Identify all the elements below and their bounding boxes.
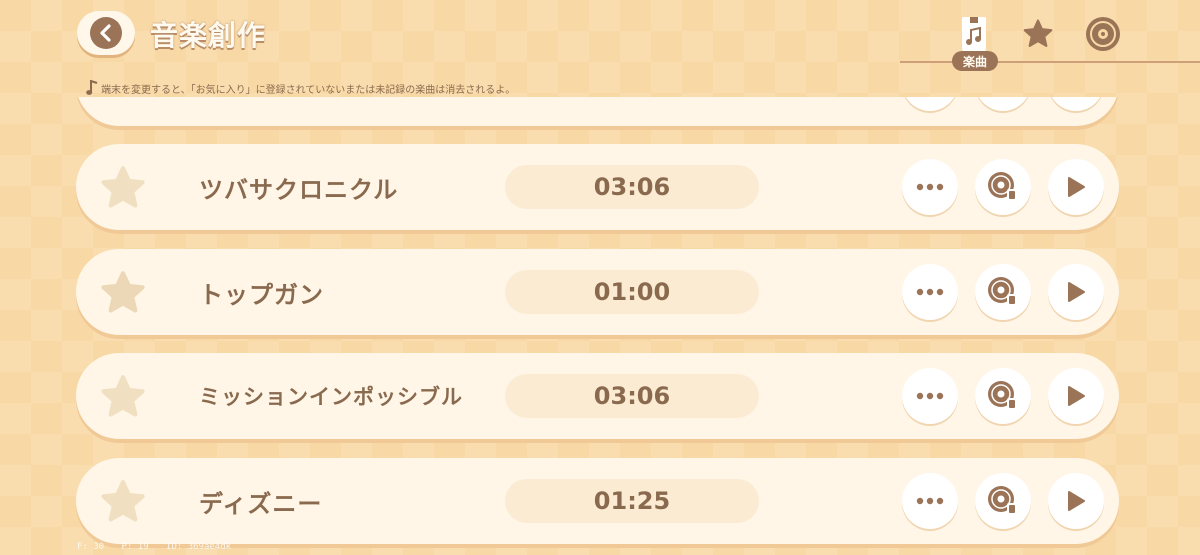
song-title: ミッションインポッシブル <box>199 385 463 409</box>
music-note-icon <box>86 80 98 95</box>
favorite-star-icon[interactable] <box>98 372 148 422</box>
notice-bar: 端末を変更すると、「お気に入り」に登録されていないまたは未記録の楽曲は消去される… <box>86 80 515 96</box>
play-icon <box>1068 491 1085 511</box>
more-button[interactable] <box>902 97 958 111</box>
play-button[interactable] <box>1048 473 1104 529</box>
debug-fps: F: 30 <box>77 542 105 552</box>
more-dots-icon <box>916 497 944 505</box>
tab-underline <box>900 61 1200 63</box>
more-dots-icon <box>916 288 944 296</box>
disc-record-icon <box>988 486 1017 515</box>
song-row: トップガン 01:00 <box>76 249 1119 335</box>
song-row: ディズニー 01:25 <box>76 458 1119 544</box>
record-button[interactable] <box>975 473 1031 529</box>
play-icon <box>1068 282 1085 302</box>
tab-favorites[interactable] <box>1018 14 1058 54</box>
play-button[interactable] <box>1048 97 1104 111</box>
tab-bar: 楽曲 <box>900 0 1200 100</box>
tab-records[interactable] <box>1083 14 1123 54</box>
tab-songs[interactable] <box>954 14 994 54</box>
song-duration: 03:06 <box>505 374 759 418</box>
more-button[interactable] <box>902 264 958 320</box>
music-file-icon <box>962 17 986 51</box>
song-duration: 03:06 <box>505 165 759 209</box>
back-button[interactable] <box>77 11 135 55</box>
favorite-star-icon[interactable] <box>98 163 148 213</box>
disc-record-icon <box>988 277 1017 306</box>
disc-icon <box>1086 17 1120 51</box>
play-button[interactable] <box>1048 159 1104 215</box>
song-row <box>76 97 1119 126</box>
song-duration: 01:00 <box>505 270 759 314</box>
record-button[interactable] <box>975 159 1031 215</box>
favorite-star-icon[interactable] <box>98 477 148 527</box>
song-title: トップガン <box>199 281 324 309</box>
song-row: ミッションインポッシブル 03:06 <box>76 353 1119 439</box>
song-title: ツバサクロニクル <box>199 176 399 204</box>
more-dots-icon <box>916 183 944 191</box>
more-button[interactable] <box>902 368 958 424</box>
record-button[interactable] <box>975 368 1031 424</box>
header: 音楽創作 楽曲 端末を変更すると、「お気に入り」に登録されていないまたは未記録の… <box>0 0 1200 100</box>
debug-ping: P: 19 <box>121 542 149 552</box>
more-button[interactable] <box>902 473 958 529</box>
record-button[interactable] <box>975 97 1031 111</box>
debug-overlay: F: 30 P: 19 ID: 369ae4dk <box>77 542 243 552</box>
play-icon <box>1068 386 1085 406</box>
song-row: ツバサクロニクル 03:06 <box>76 144 1119 230</box>
debug-id: ID: 369ae4dk <box>166 542 232 552</box>
song-list[interactable]: ツバサクロニクル 03:06 トップガン 01:00 ミッションインポッシブル … <box>0 97 1200 555</box>
record-button[interactable] <box>975 264 1031 320</box>
disc-record-icon <box>988 381 1017 410</box>
more-button[interactable] <box>902 159 958 215</box>
notice-text: 端末を変更すると、「お気に入り」に登録されていないまたは未記録の楽曲は消去される… <box>101 85 516 96</box>
song-title: ディズニー <box>199 490 323 518</box>
page-title: 音楽創作 <box>150 19 267 52</box>
play-button[interactable] <box>1048 368 1104 424</box>
favorite-star-icon[interactable] <box>98 268 148 318</box>
disc-record-icon <box>988 172 1017 201</box>
tab-songs-label: 楽曲 <box>952 51 998 71</box>
play-button[interactable] <box>1048 264 1104 320</box>
chevron-left-icon <box>90 17 122 49</box>
star-icon <box>1023 19 1053 47</box>
more-dots-icon <box>916 392 944 400</box>
song-duration: 01:25 <box>505 479 759 523</box>
play-icon <box>1068 177 1085 197</box>
